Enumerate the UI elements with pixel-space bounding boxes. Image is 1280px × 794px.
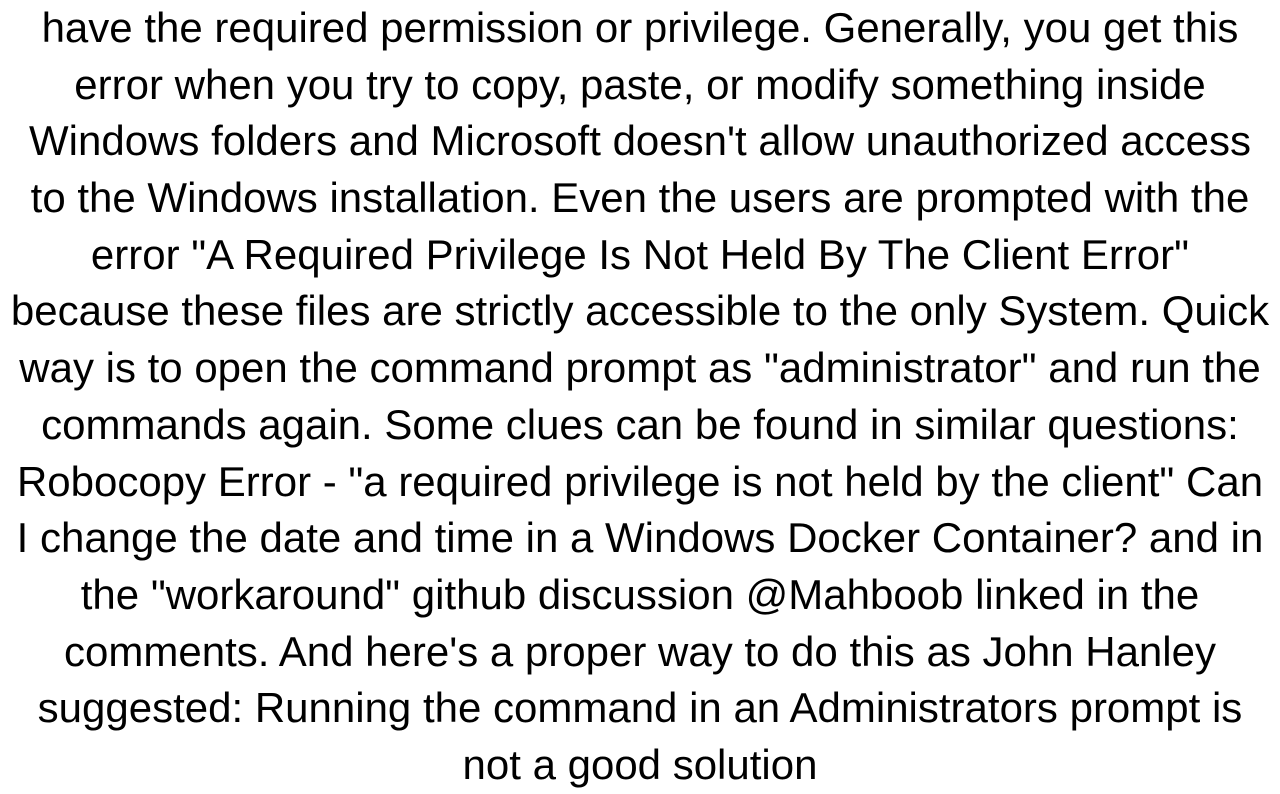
main-paragraph: have the required permission or privileg… [10, 0, 1270, 794]
content-container: have the required permission or privileg… [0, 0, 1280, 794]
